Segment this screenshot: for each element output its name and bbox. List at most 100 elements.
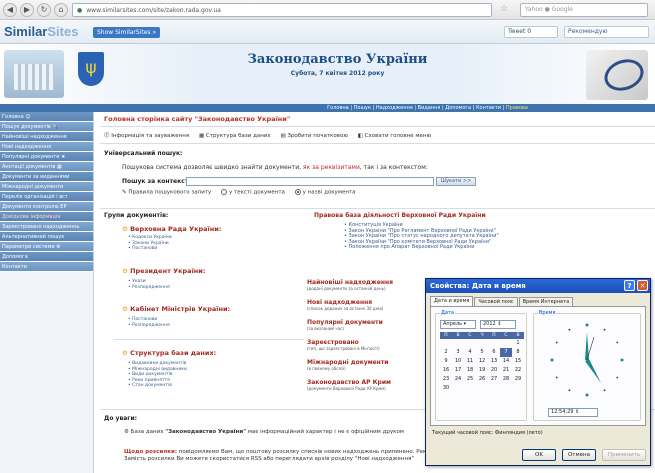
- year-stepper[interactable]: 2012 ⇕: [480, 320, 516, 329]
- latest-section[interactable]: Найновіші надходження (додані документи з…: [307, 279, 407, 291]
- context-search-input[interactable]: [186, 177, 434, 186]
- list-item[interactable]: • Розпорядження: [128, 323, 170, 329]
- tweet-button[interactable]: Tweet 0: [504, 26, 558, 38]
- search-description: Пошукова система дозволяє швидко знайти …: [122, 164, 428, 171]
- radio-in-title[interactable]: [294, 189, 301, 195]
- analog-clock: [550, 323, 624, 397]
- calendar-week[interactable]: 30: [440, 384, 524, 393]
- menu-contacts[interactable]: Контакти: [476, 105, 501, 111]
- radio-in-text[interactable]: [221, 189, 228, 195]
- sidebar-item-by-edition[interactable]: Документи за виданнями: [0, 172, 93, 182]
- menu-help[interactable]: Допомога: [445, 105, 471, 111]
- menu-editions[interactable]: Видання: [418, 105, 441, 111]
- date-label: Дата: [440, 310, 455, 316]
- reload-icon[interactable]: ↻: [37, 2, 51, 17]
- divider: [100, 208, 655, 209]
- ok-button[interactable]: OK: [522, 449, 556, 461]
- registered-section[interactable]: Зареєстровано (тип, що зареєстровані в Мі…: [307, 339, 407, 351]
- selected-day: 7: [500, 348, 512, 357]
- search-heading: Універсальний пошук:: [104, 150, 183, 157]
- show-similarsites-button[interactable]: Show SimilarSites »: [93, 27, 161, 38]
- dialog-title-bar[interactable]: Свойства: Дата и время ? ✕: [426, 279, 650, 293]
- tab-internet-time[interactable]: Время Интернета: [518, 297, 574, 306]
- menu-new[interactable]: Надходження: [376, 105, 413, 111]
- group-verkhovna-rada[interactable]: Верховна Рада України:: [122, 225, 221, 233]
- list-item[interactable]: • Положення про Апарат Верховної Ради Ук…: [344, 244, 499, 251]
- list-item[interactable]: • Видавники документів: [128, 361, 187, 367]
- apply-button[interactable]: Применить: [602, 449, 646, 461]
- clock-minute-hand: [585, 359, 601, 383]
- sidebar-item-new[interactable]: Нові надходження: [0, 142, 93, 152]
- bookmark-star-icon[interactable]: ☆: [500, 4, 508, 14]
- cancel-button[interactable]: Отмена: [562, 449, 596, 461]
- sidebar-item-registered[interactable]: Зареєстровано надходженнь: [0, 222, 93, 232]
- new-section[interactable]: Нові надходження (список доданих за остан…: [307, 299, 407, 311]
- divider: [100, 143, 655, 144]
- crimea-section[interactable]: Законодавство АР Крим (документи Верховно…: [307, 379, 407, 391]
- date-subtitle: Субота, 7 квітня 2012 року: [290, 70, 385, 77]
- requisites-link[interactable]: як за реквізитами: [303, 164, 360, 171]
- popular-section[interactable]: Популярні документи (за вказаний час): [307, 319, 407, 331]
- list-item[interactable]: • Стан документів: [128, 383, 187, 389]
- sidebar-item-annotations[interactable]: Анотації документів ▦: [0, 162, 93, 172]
- search-rules-link[interactable]: ✎ Правила пошукового запиту: [122, 190, 211, 196]
- sidebar-item-organizations[interactable]: Перелік організацій і вст: [0, 192, 93, 202]
- sidebar-item-reference[interactable]: Довідкова інформація: [0, 212, 93, 222]
- group-cabinet[interactable]: Кабінет Міністрів України:: [122, 305, 230, 313]
- browser-toolbar: ◀ ▶ ↻ ⌂ ● www.similarsites.com/site/zako…: [0, 0, 655, 20]
- close-icon[interactable]: ✕: [637, 280, 648, 291]
- sidebar-item-settings[interactable]: Параметри системи ⚙: [0, 242, 93, 252]
- home-icon[interactable]: ⌂: [54, 2, 68, 17]
- tab-date-time[interactable]: Дата и время: [430, 296, 474, 306]
- similarsites-logo: SimilarSites: [4, 24, 79, 39]
- sidebar-item-control[interactable]: Документи контролю ЕР: [0, 202, 93, 212]
- calendar-week[interactable]: 23 24 25 26 27 28 29: [440, 375, 524, 384]
- menu-home[interactable]: Головна: [327, 105, 349, 111]
- menu-search[interactable]: Пошук: [354, 105, 371, 111]
- calendar-week[interactable]: 16 17 18 19 20 21 22: [440, 366, 524, 375]
- list-item[interactable]: • Постанови: [128, 246, 172, 252]
- sidebar-item-alt-search[interactable]: Альтернативний пошук: [0, 232, 93, 242]
- sidebar-item-latest[interactable]: Найновіші надходження: [0, 132, 93, 142]
- address-bar[interactable]: ● www.similarsites.com/site/zakon.rada.g…: [72, 3, 492, 17]
- list-item[interactable]: • Кодекси України: [128, 235, 172, 241]
- group-president[interactable]: Президент України:: [122, 267, 205, 275]
- legal-basis-list: • Конституція України • Закон України "П…: [344, 222, 499, 251]
- time-input[interactable]: 12:54:29 ⇕: [548, 408, 598, 417]
- sidebar-item-international[interactable]: Міжнародні документи: [0, 182, 93, 192]
- hide-menu-link[interactable]: ◧ Сховати головне меню: [358, 133, 431, 139]
- tab-timezone[interactable]: Часовой пояс: [474, 297, 518, 306]
- list-item[interactable]: • Розпорядження: [128, 285, 170, 291]
- date-group: Дата Апрель ▾ 2012 ⇕ ПВСЧПСВ 1 2345678 9…: [435, 310, 527, 421]
- calendar-week[interactable]: 2345678: [440, 348, 524, 357]
- month-select[interactable]: Апрель ▾: [440, 320, 476, 329]
- calendar-week[interactable]: 9 10 11 12 13 14 15: [440, 357, 524, 366]
- info-link[interactable]: ⓵ Інформація та зауваження: [104, 133, 189, 139]
- search-input[interactable]: Yahoo ● Google: [520, 3, 648, 17]
- top-menu: Головна | Пошук | Надходження | Видання …: [0, 104, 655, 112]
- back-icon[interactable]: ◀: [3, 2, 17, 17]
- search-button[interactable]: Шукати >>: [436, 177, 476, 186]
- group-db-structure[interactable]: Структура бази даних:: [122, 349, 216, 357]
- divider: [114, 339, 304, 340]
- dialog-tabs: Дата и время Часовой пояс Время Интернет…: [430, 296, 574, 306]
- legal-basis-heading[interactable]: Правова база діяльності Верховної Ради У…: [314, 212, 486, 219]
- calendar-week[interactable]: 1: [440, 339, 524, 348]
- group-cabinet-list: • Постанови • Розпорядження: [128, 317, 170, 328]
- sidebar-item-search[interactable]: Пошук документів 🔍: [0, 122, 93, 132]
- calendar-weekdays: ПВСЧПСВ: [440, 332, 524, 339]
- url-text: www.similarsites.com/site/zakon.rada.gov…: [86, 6, 221, 14]
- facebook-recommend-button[interactable]: Рекомендую: [564, 26, 649, 38]
- sidebar-item-popular[interactable]: Популярні документи ★: [0, 152, 93, 162]
- sidebar-item-home[interactable]: Головна ☺: [0, 112, 93, 122]
- dialog-title: Свойства: Дата и время: [430, 282, 526, 290]
- sidebar-item-help[interactable]: Допомога: [0, 252, 93, 262]
- sidebar-item-contacts[interactable]: Контакти: [0, 262, 93, 272]
- tweet-count: 0: [527, 28, 532, 35]
- help-icon[interactable]: ?: [624, 280, 635, 291]
- menu-legal[interactable]: Правова: [506, 105, 528, 111]
- international-section[interactable]: Міжнародні документи (в повному обсязі): [307, 359, 407, 371]
- forward-icon[interactable]: ▶: [20, 2, 34, 17]
- structure-link[interactable]: ▦ Структура бази даних: [199, 133, 271, 139]
- set-homepage-link[interactable]: ▤ Зробити початковою: [280, 133, 348, 139]
